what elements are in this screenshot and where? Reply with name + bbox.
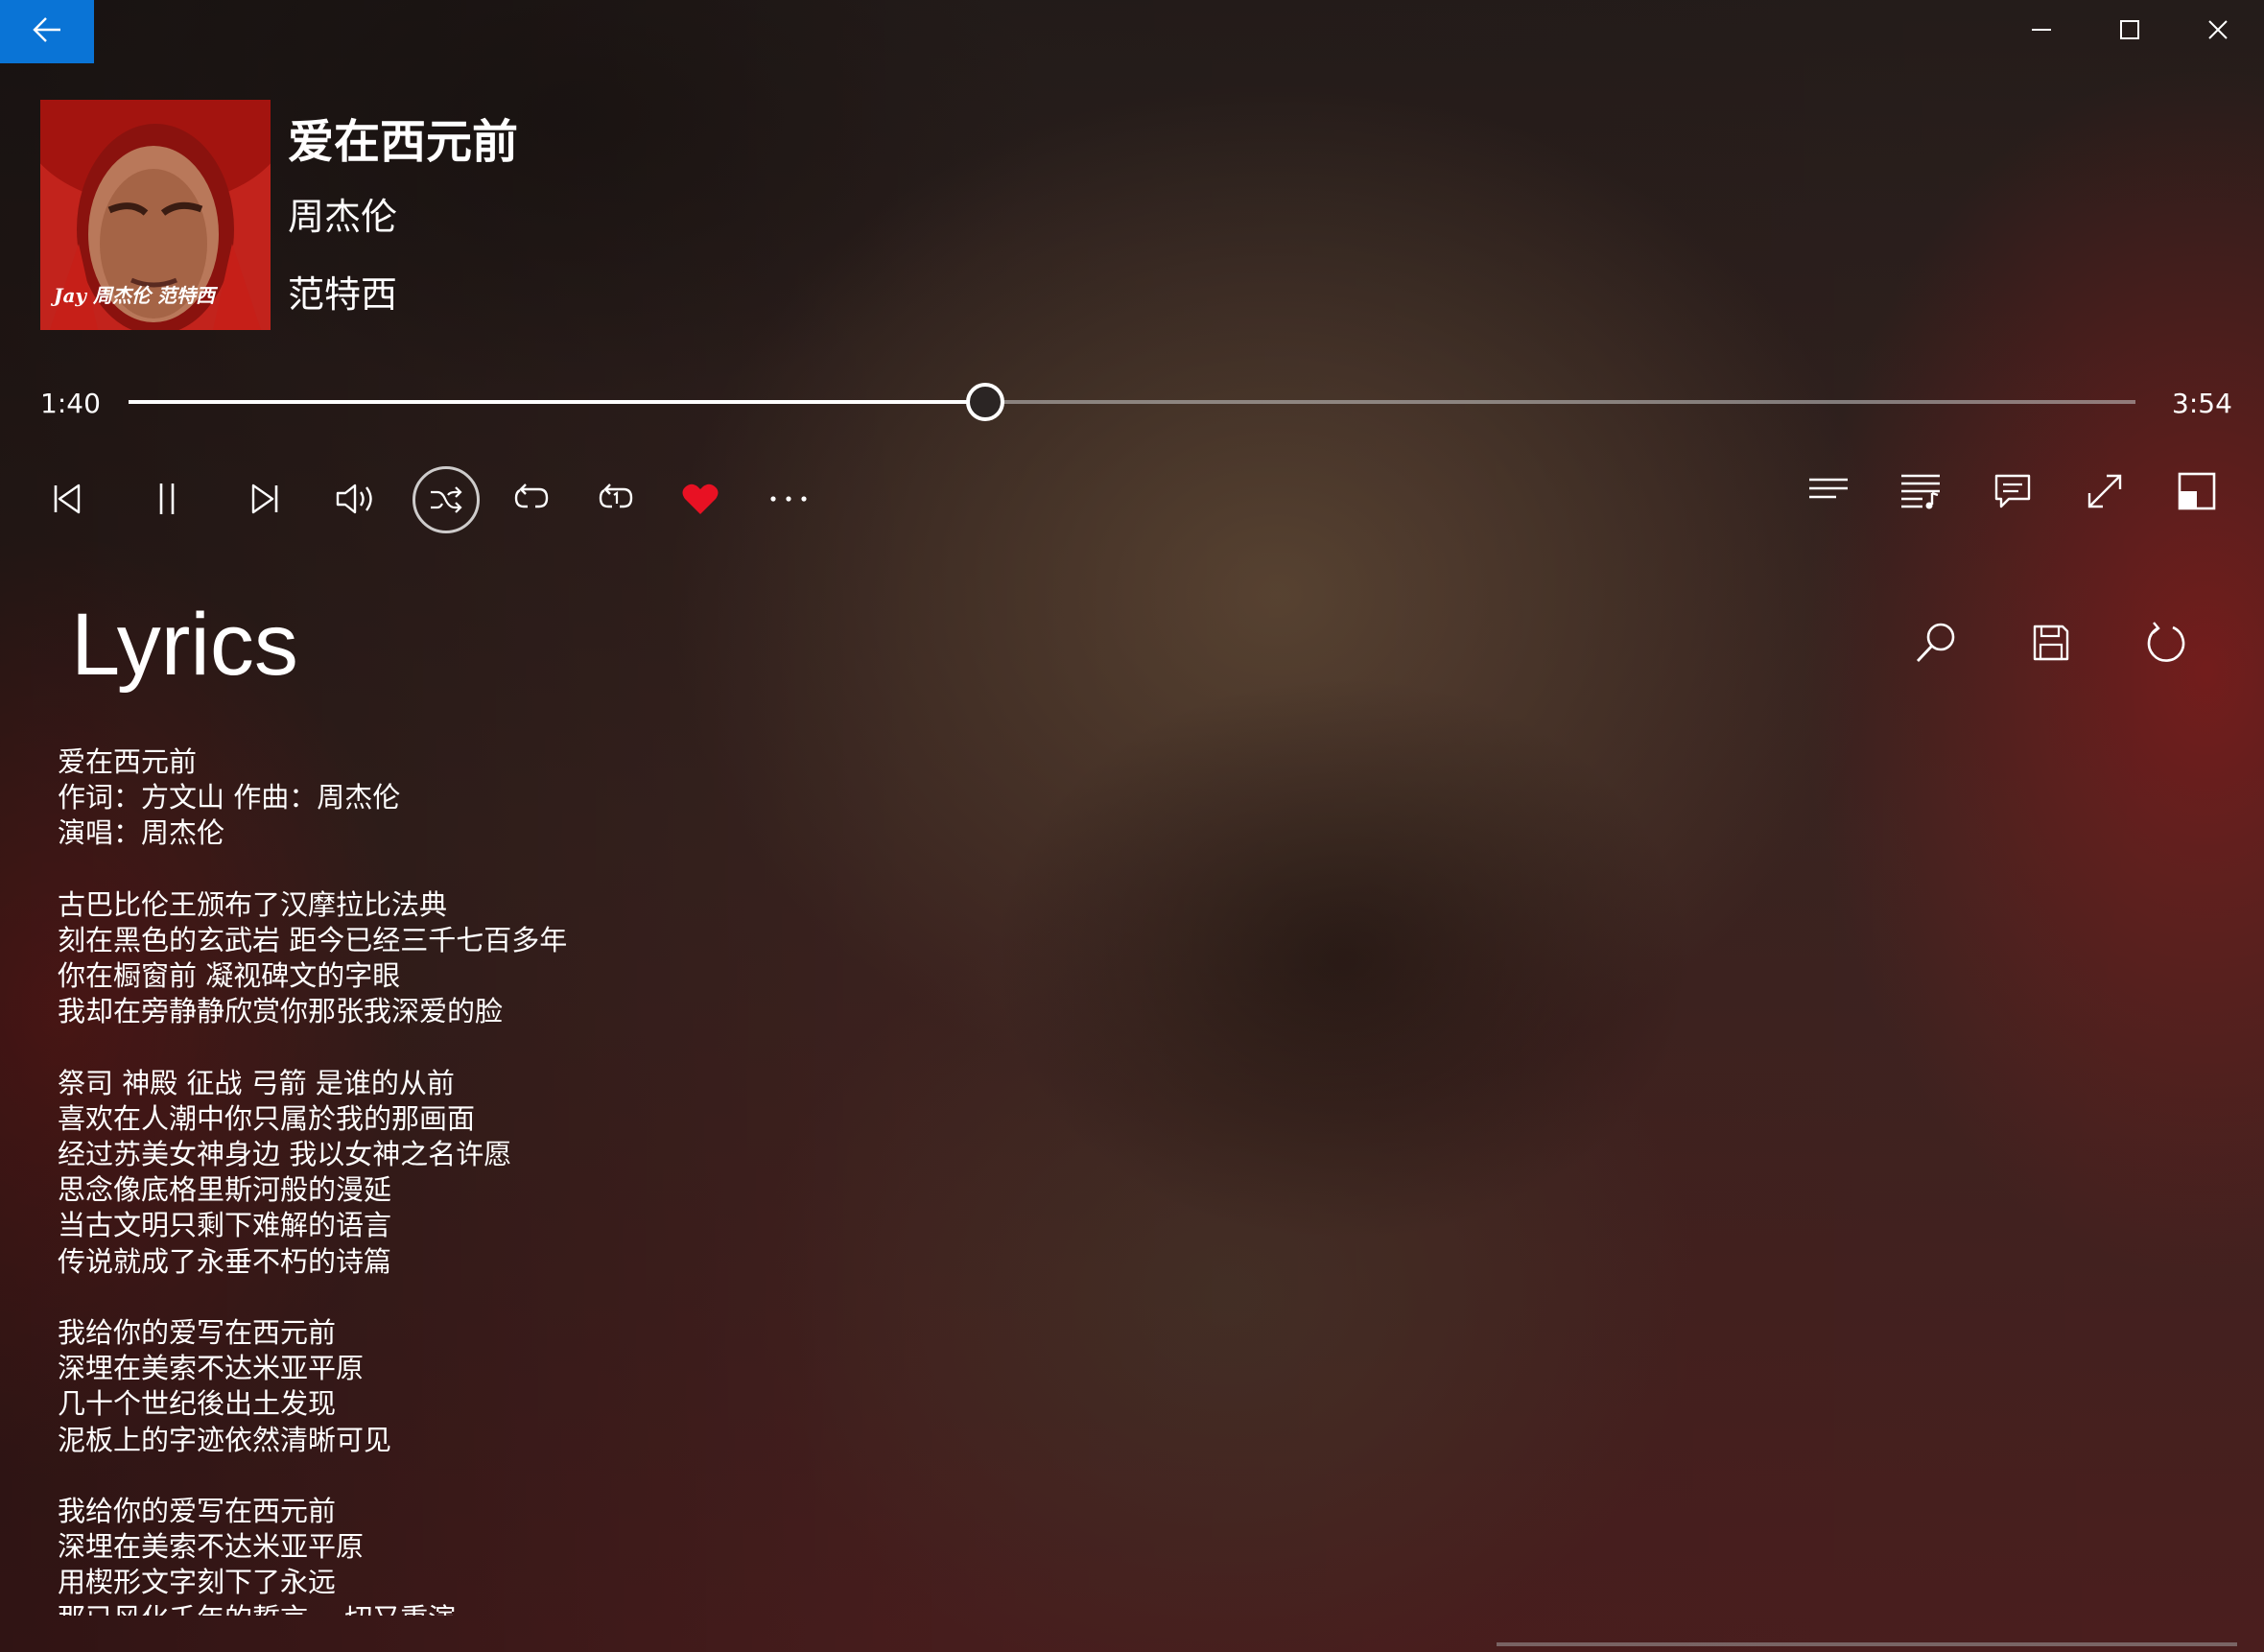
shuffle-icon xyxy=(429,485,463,514)
seek-bar[interactable] xyxy=(129,383,2135,421)
lyric-line xyxy=(58,1030,1017,1066)
horizontal-scrollbar[interactable] xyxy=(1497,1642,2237,1646)
seek-bar-fill xyxy=(129,400,986,404)
lyric-line: 经过苏美女神身边 我以女神之名许愿 xyxy=(58,1138,512,1171)
lyric-line: 作词：方文山 作曲：周杰伦 xyxy=(58,781,401,814)
lyrics-header: Lyrics xyxy=(71,596,298,694)
lyric-line: 用楔形文字刻下了永远 xyxy=(58,1566,337,1599)
save-lyrics-button[interactable] xyxy=(2013,606,2089,683)
pause-icon xyxy=(148,480,186,518)
shuffle-button[interactable] xyxy=(413,466,480,533)
lyric-line: 深埋在美索不达米亚平原 xyxy=(58,1352,365,1385)
pause-button[interactable] xyxy=(132,464,201,533)
lyric-line xyxy=(58,852,1017,887)
save-icon xyxy=(2032,624,2070,666)
lyric-line: 演唱：周杰伦 xyxy=(58,816,225,850)
song-artist[interactable]: 周杰伦 xyxy=(288,187,397,240)
lyric-line: 我却在旁静静欣赏你那张我深爱的脸 xyxy=(58,995,504,1028)
close-icon xyxy=(2207,19,2229,44)
maximize-button[interactable] xyxy=(2086,0,2174,63)
playlist-icon xyxy=(1899,472,1942,510)
lyric-line xyxy=(58,1458,1017,1494)
album-cover[interactable]: Jay 周杰伦 范特西 xyxy=(40,100,271,330)
repeat-one-icon xyxy=(597,482,635,516)
lyric-line: 喜欢在人潮中你只属於我的那画面 xyxy=(58,1101,476,1135)
refresh-icon xyxy=(2144,621,2188,669)
maximize-icon xyxy=(2119,19,2140,44)
seek-thumb[interactable] xyxy=(966,383,1005,421)
arrow-left-icon xyxy=(31,15,63,48)
lyric-line: 泥板上的字迹依然清晰可见 xyxy=(58,1423,392,1456)
total-duration: 3:54 xyxy=(2172,388,2232,419)
repeat-one-button[interactable] xyxy=(581,464,650,533)
favorite-button[interactable] xyxy=(666,464,735,533)
minimize-button[interactable] xyxy=(1997,0,2086,63)
more-icon xyxy=(768,494,809,504)
lyric-line xyxy=(58,1280,1017,1315)
volume-icon xyxy=(334,480,380,518)
lyric-line: 你在橱窗前 凝视碑文的字眼 xyxy=(58,959,401,993)
lyric-line: 深埋在美索不达米亚平原 xyxy=(58,1530,365,1564)
volume-button[interactable] xyxy=(322,464,391,533)
close-button[interactable] xyxy=(2174,0,2262,63)
refresh-lyrics-button[interactable] xyxy=(2128,606,2205,683)
mini-view-icon xyxy=(2178,472,2216,510)
skip-next-icon xyxy=(246,480,284,518)
lyric-line: 祭司 神殿 征战 弓箭 是谁的从前 xyxy=(58,1066,455,1099)
lyric-line: 当古文明只剩下难解的语言 xyxy=(58,1209,392,1242)
lyric-line: 传说就成了永垂不朽的诗篇 xyxy=(58,1244,392,1278)
elapsed-time: 1:40 xyxy=(40,388,101,419)
lyric-line: 古巴比伦王颁布了汉摩拉比法典 xyxy=(58,887,448,921)
fullscreen-button[interactable] xyxy=(2070,457,2139,526)
skip-previous-icon xyxy=(48,480,86,518)
lyric-line: 思念像底格里斯河般的漫延 xyxy=(58,1173,392,1207)
lyric-line: 那已风化千年的誓言 一切又重演 xyxy=(58,1601,1017,1617)
repeat-icon xyxy=(512,482,551,516)
comment-icon xyxy=(1993,472,2032,510)
next-button[interactable] xyxy=(230,464,299,533)
search-icon xyxy=(1914,621,1958,669)
playlist-button[interactable] xyxy=(1886,457,1955,526)
repeat-button[interactable] xyxy=(497,464,566,533)
song-title: 爱在西元前 xyxy=(288,115,519,169)
song-album[interactable]: 范特西 xyxy=(288,265,397,318)
minimize-icon xyxy=(2031,19,2052,44)
lyric-line: 我给你的爱写在西元前 xyxy=(58,1494,337,1527)
album-cover-text: Jay 周杰伦 范特西 xyxy=(54,284,215,307)
expand-icon xyxy=(2086,472,2124,510)
now-playing-list-button[interactable] xyxy=(1794,457,1863,526)
more-button[interactable] xyxy=(754,464,823,533)
lyric-line: 爱在西元前 xyxy=(58,745,198,778)
list-icon xyxy=(1807,476,1850,507)
lyric-line: 我给你的爱写在西元前 xyxy=(58,1316,337,1349)
lyrics-button[interactable] xyxy=(1978,457,2047,526)
lyrics-text[interactable]: 爱在西元前 作词：方文山 作曲：周杰伦 演唱：周杰伦古巴比伦王颁布了汉摩拉比法典 刻在… xyxy=(58,744,1017,1616)
search-lyrics-button[interactable] xyxy=(1898,606,1974,683)
back-button[interactable] xyxy=(0,0,94,63)
previous-button[interactable] xyxy=(33,464,102,533)
heart-icon xyxy=(681,482,719,516)
music-player-window: Jay 周杰伦 范特西 爱在西元前 周杰伦 范特西 1:40 3:54 Lyri… xyxy=(0,0,2264,1652)
lyric-line: 刻在黑色的玄武岩 距今已经三千七百多年 xyxy=(58,923,568,956)
mini-player-button[interactable] xyxy=(2162,457,2231,526)
lyric-line: 几十个世纪後出土发现 xyxy=(58,1387,337,1421)
